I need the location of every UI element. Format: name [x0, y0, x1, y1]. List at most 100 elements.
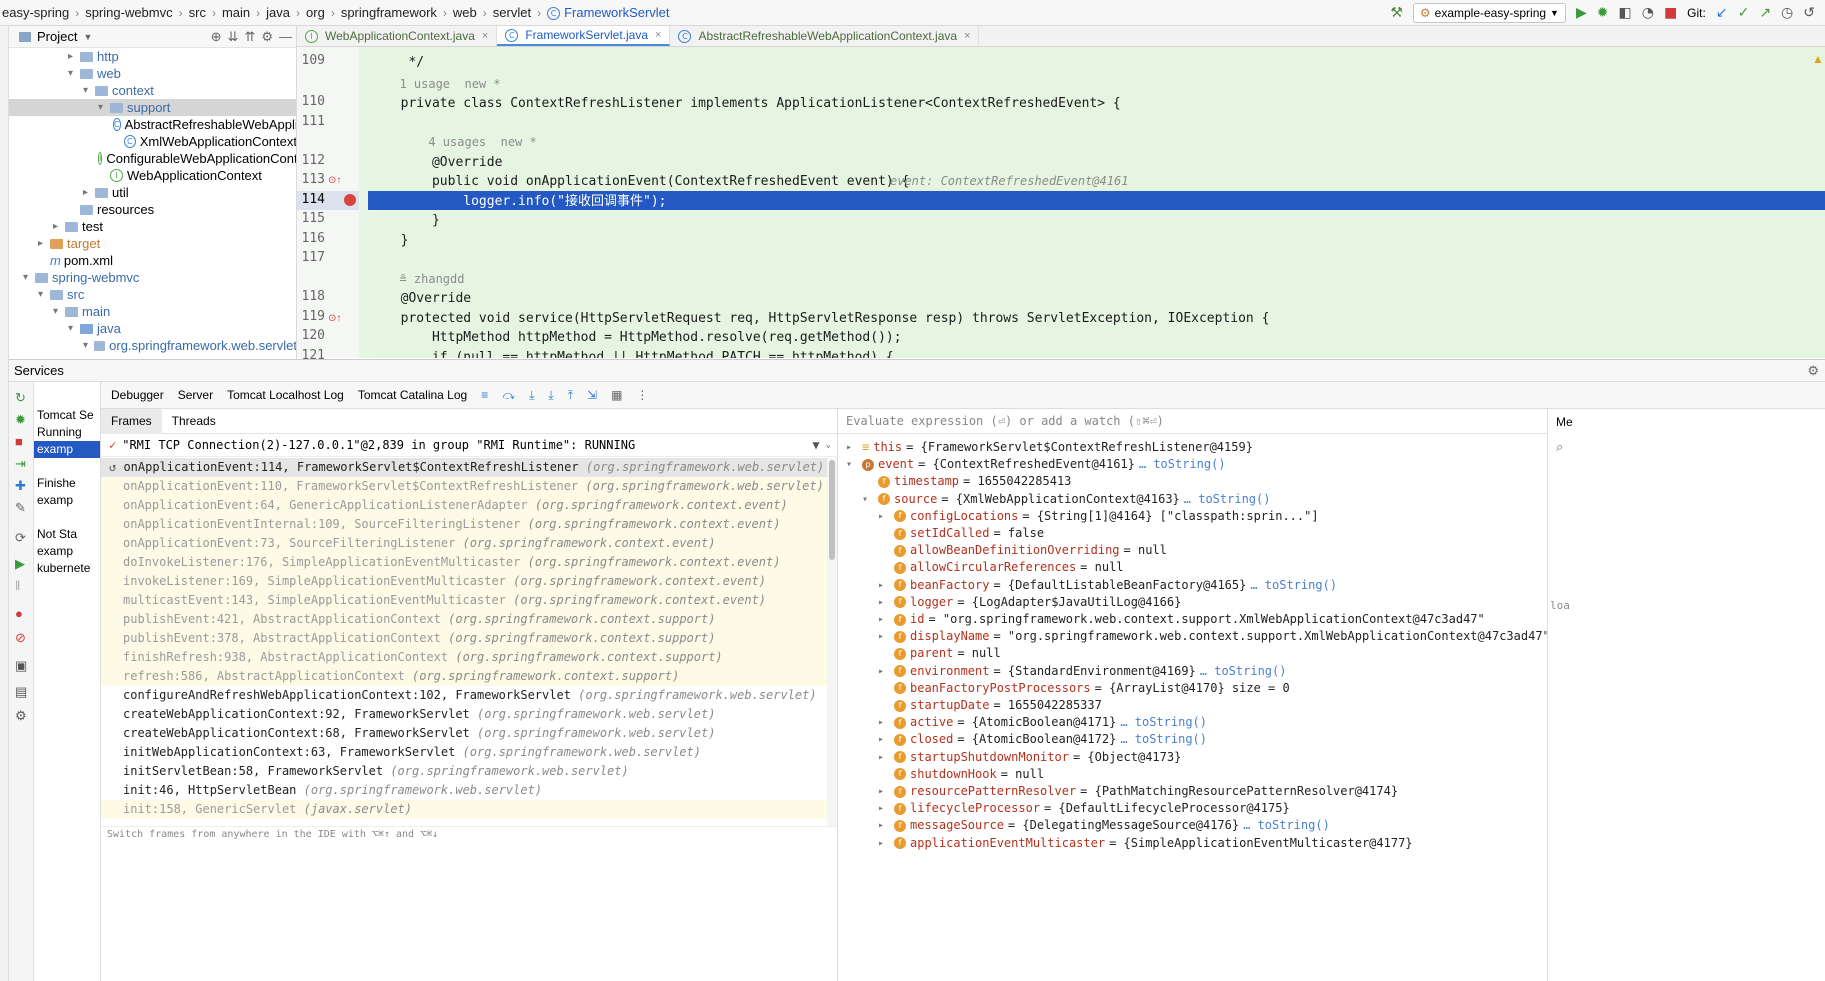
- stack-frame[interactable]: refresh:586, AbstractApplicationContext …: [101, 667, 827, 686]
- breadcrumb-item[interactable]: spring-webmvc: [83, 5, 174, 20]
- tree-item[interactable]: ▾ java: [9, 320, 296, 337]
- tree-arrow-icon[interactable]: ▸: [38, 235, 50, 252]
- tree-item[interactable]: ▾ main: [9, 303, 296, 320]
- tree-item[interactable]: ▸ http: [9, 48, 296, 65]
- collapse-all-icon[interactable]: ⇈: [244, 29, 255, 45]
- stack-frame[interactable]: init:46, HttpServletBean (org.springfram…: [101, 781, 827, 800]
- services-tree-item[interactable]: Tomcat Se: [37, 407, 94, 424]
- variable-row[interactable]: ▸ f startupShutdownMonitor = {Object@4173}: [878, 749, 1181, 766]
- to-string-link[interactable]: … toString(): [1184, 491, 1271, 508]
- debugger-tab[interactable]: Tomcat Localhost Log: [227, 388, 344, 402]
- stack-frame[interactable]: onApplicationEventInternal:109, SourceFi…: [101, 515, 827, 534]
- variable-row[interactable]: f parent = null: [878, 645, 1001, 662]
- camera-icon[interactable]: ▣: [15, 658, 27, 674]
- tree-arrow-icon[interactable]: ▾: [83, 337, 94, 354]
- debugger-tab[interactable]: Tomcat Catalina Log: [358, 388, 467, 402]
- breadcrumb-item[interactable]: springframework: [339, 5, 439, 20]
- variable-row[interactable]: f allowCircularReferences = null: [878, 559, 1124, 576]
- variable-row[interactable]: ▸ f displayName = "org.springframework.web.…: [878, 628, 1547, 645]
- mute-breakpoints-icon[interactable]: ⊘: [15, 630, 26, 646]
- tree-item[interactable]: resources: [9, 201, 296, 218]
- show-execution-point-icon[interactable]: ≡: [481, 388, 488, 402]
- tree-arrow-icon[interactable]: ▸: [68, 48, 80, 65]
- step-into-icon[interactable]: ⤓: [529, 388, 534, 403]
- tree-arrow-icon[interactable]: ▾: [53, 303, 65, 320]
- expand-arrow-icon[interactable]: ▸: [878, 749, 890, 766]
- run-icon[interactable]: ▶: [1576, 5, 1587, 21]
- variable-row[interactable]: ▸ f resourcePatternResolver = {PathMatching…: [878, 783, 1398, 800]
- to-string-link[interactable]: … toString(): [1200, 663, 1287, 680]
- tree-arrow-icon[interactable]: ▾: [98, 99, 110, 116]
- variable-row[interactable]: f setIdCalled = false: [878, 525, 1044, 542]
- step-over-icon[interactable]: ⤼: [502, 388, 515, 403]
- services-tree-item[interactable]: Not Sta: [37, 526, 77, 543]
- settings-icon[interactable]: ⚙: [15, 708, 27, 724]
- variable-row[interactable]: ▸ f messageSource = {DelegatingMessageSourc…: [878, 817, 1330, 834]
- chevron-down-icon[interactable]: ▼: [83, 32, 92, 42]
- evaluate-icon[interactable]: ▦: [611, 388, 622, 402]
- variable-row[interactable]: ▾ p event = {ContextRefreshedEvent@4161} … t…: [846, 456, 1226, 473]
- refresh-icon[interactable]: ⟳: [15, 530, 26, 546]
- tree-item[interactable]: ▾ context: [9, 82, 296, 99]
- git-update-icon[interactable]: ↙: [1716, 5, 1728, 21]
- services-tree-item[interactable]: Finishe: [37, 475, 76, 492]
- thread-selector[interactable]: ✓ "RMI TCP Connection(2)-127.0.0.1"@2,83…: [101, 434, 837, 457]
- run-to-cursor-icon[interactable]: ⇲: [587, 388, 597, 402]
- warning-icon[interactable]: ▲: [1812, 52, 1824, 66]
- stack-frame[interactable]: onApplicationEvent:64, GenericApplicatio…: [101, 496, 827, 515]
- debugger-tab[interactable]: Server: [178, 388, 213, 402]
- frames-scrollbar[interactable]: [827, 458, 837, 826]
- run-config-dropdown[interactable]: ⚙ example-easy-spring ▼: [1412, 3, 1566, 23]
- variable-row[interactable]: ▸ f closed = {AtomicBoolean@4172}… toString…: [878, 731, 1207, 748]
- tree-item[interactable]: m pom.xml: [9, 252, 296, 269]
- wrench-icon[interactable]: ✎: [15, 500, 26, 516]
- variable-row[interactable]: ▸ ≡ this = {FrameworkServlet$ContextRefresh…: [846, 439, 1253, 456]
- pause-icon[interactable]: ‖: [15, 578, 20, 593]
- to-string-link[interactable]: … toString(): [1250, 577, 1337, 594]
- hide-icon[interactable]: —: [279, 29, 292, 44]
- services-tree-item[interactable]: examp: [37, 543, 73, 560]
- close-icon[interactable]: ×: [964, 30, 970, 42]
- services-settings-icon[interactable]: ⚙: [1807, 363, 1819, 379]
- force-step-into-icon[interactable]: ⤓: [548, 388, 553, 403]
- override-marker-icon[interactable]: ⊙↑: [328, 175, 341, 186]
- expand-arrow-icon[interactable]: ▸: [878, 835, 890, 852]
- variable-row[interactable]: ▸ f environment = {StandardEnvironment@4169…: [878, 663, 1286, 680]
- variable-row[interactable]: f allowBeanDefinitionOverriding = null: [878, 542, 1167, 559]
- variable-row[interactable]: ▸ f beanFactory = {DefaultListableBeanFacto…: [878, 577, 1337, 594]
- tree-arrow-icon[interactable]: ▸: [83, 184, 95, 201]
- layout-icon[interactable]: ▤: [15, 684, 27, 700]
- expand-arrow-icon[interactable]: ▾: [862, 491, 874, 508]
- close-icon[interactable]: ×: [482, 30, 488, 42]
- editor-tab[interactable]: C FrameworkServlet.java ×: [497, 26, 671, 46]
- tree-item[interactable]: ▾ spring-webmvc: [9, 269, 296, 286]
- expand-arrow-icon[interactable]: ▸: [878, 577, 890, 594]
- stack-frame[interactable]: configureAndRefreshWebApplicationContext…: [101, 686, 827, 705]
- project-title[interactable]: Project: [37, 29, 77, 44]
- variable-row[interactable]: ▸ f lifecycleProcessor = {DefaultLifecycleP…: [878, 800, 1290, 817]
- stack-frame[interactable]: createWebApplicationContext:68, Framewor…: [101, 724, 827, 743]
- tree-arrow-icon[interactable]: ▸: [53, 218, 65, 235]
- expand-arrow-icon[interactable]: ▸: [878, 783, 890, 800]
- frames-tab[interactable]: Frames: [101, 408, 162, 434]
- expand-arrow-icon[interactable]: ▸: [878, 508, 890, 525]
- tree-item[interactable]: ▾ src: [9, 286, 296, 303]
- git-push-icon[interactable]: ↗: [1759, 5, 1771, 21]
- build-hammer-icon[interactable]: ⚒: [1390, 5, 1403, 21]
- expand-arrow-icon[interactable]: ▸: [878, 611, 890, 628]
- expand-arrow-icon[interactable]: ▸: [878, 731, 890, 748]
- breadcrumb-item[interactable]: src: [187, 5, 208, 20]
- expand-arrow-icon[interactable]: ▸: [878, 628, 890, 645]
- services-tree-item[interactable]: examp: [34, 441, 100, 458]
- debug-icon[interactable]: ✹: [15, 412, 26, 428]
- debug-icon[interactable]: ✹: [1597, 5, 1609, 21]
- stack-frame[interactable]: publishEvent:421, AbstractApplicationCon…: [101, 610, 827, 629]
- rerun-icon[interactable]: ↻: [15, 390, 26, 406]
- breadcrumb-item[interactable]: easy-spring: [0, 5, 71, 20]
- override-marker-icon[interactable]: ⊙↑: [328, 313, 341, 324]
- tree-item[interactable]: ▸ util: [9, 184, 296, 201]
- editor-tab[interactable]: I WebApplicationContext.java ×: [297, 26, 498, 46]
- variable-row[interactable]: ▸ f applicationEventMulticaster = {SimpleAp…: [878, 835, 1413, 852]
- chevron-down-icon[interactable]: ⌄: [826, 440, 831, 450]
- add-icon[interactable]: ✚: [15, 478, 26, 494]
